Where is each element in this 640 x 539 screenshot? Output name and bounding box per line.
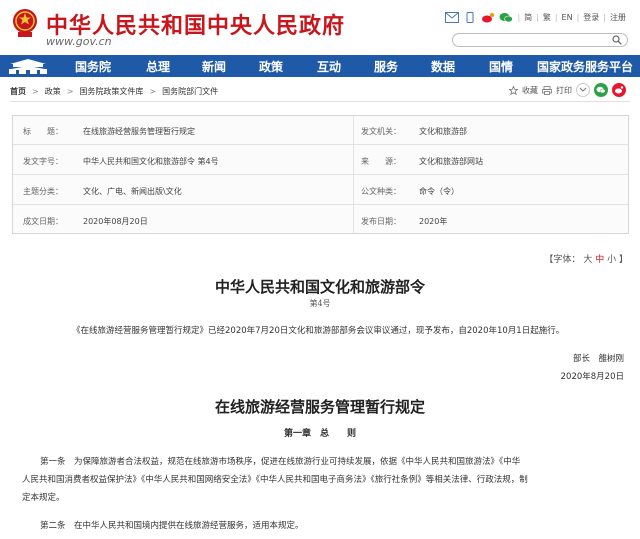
print-icon[interactable] [542, 85, 552, 95]
chapter-heading: 第一章 总 则 [283, 429, 356, 439]
article-1-line-1: 第一条 为保障旅游者合法权益，规范在线旅游市场秩序，促进在线旅游行业可持续发展，… [40, 457, 521, 467]
article-1-line-2: 人民共和国消费者权益保护法》《中华人民共和国网络安全法》《中华人民共和国电子商务… [22, 475, 528, 485]
font-size-medium[interactable]: 中 [595, 255, 604, 265]
breadcrumb-home[interactable]: 首页 [10, 86, 26, 97]
lang-simplified[interactable]: 简 [524, 12, 532, 23]
regulation-title: 在线旅游经营服务管理暂行规定 [214, 398, 425, 416]
article-1-line-3: 定本规定。 [22, 493, 65, 503]
nav-item-policy[interactable]: 政策 [242, 58, 300, 75]
tiananmen-icon [9, 59, 47, 74]
site-url: www.gov.cn [46, 35, 112, 48]
nav-item-premier[interactable]: 总理 [130, 58, 186, 75]
nav-item-interaction[interactable]: 互动 [300, 58, 358, 75]
nav-home-logo[interactable] [0, 55, 56, 77]
search-icon[interactable] [612, 35, 622, 45]
info-row-title: 标 题： 在线旅游经营服务管理暂行规定 发文机关： 文化和旅游部 [13, 116, 628, 145]
value-publish-date: 2020年 [419, 217, 448, 226]
label-written-date: 成文日期： [23, 217, 63, 226]
info-row-dates: 成文日期： 2020年08月20日 发布日期： 2020年 [13, 206, 628, 235]
wechat-icon[interactable] [499, 12, 514, 23]
top-links: | 简 | 繁 | EN | 登录 | 注册 [445, 12, 626, 23]
font-size-small[interactable]: 小 [607, 255, 616, 265]
page-tools: 收藏 打印 [509, 83, 626, 97]
main-nav: 国务院 总理 新闻 政策 互动 服务 数据 国情 国家政务服务平台 [0, 55, 640, 77]
wechat-share-icon[interactable] [594, 83, 608, 97]
value-doc-type: 命令（令） [419, 187, 459, 196]
label-source: 来 源： [361, 157, 401, 166]
value-issuer: 文化和旅游部 [419, 127, 467, 136]
info-row-category: 主题分类： 文化、广电、新闻出版\文化 公文种类： 命令（令） [13, 176, 628, 205]
decree-issuer: 中华人民共和国文化和旅游部令 [214, 278, 425, 296]
label-issuer: 发文机关： [361, 127, 401, 136]
nav-item-gov-service-platform[interactable]: 国家政务服务平台 [530, 58, 640, 75]
breadcrumb: 首页 > 政策 > 国务院政策文件库 > 国务院部门文件 [10, 86, 219, 97]
breadcrumb-department-docs[interactable]: 国务院部门文件 [162, 86, 218, 97]
star-icon[interactable] [509, 85, 518, 95]
value-category: 文化、广电、新闻出版\文化 [83, 187, 182, 196]
favorite-button[interactable]: 收藏 [522, 85, 538, 96]
font-size-large[interactable]: 大 [583, 255, 592, 265]
label-category: 主题分类： [23, 187, 63, 196]
label-title: 标 题： [23, 127, 63, 136]
preamble-text: 《在线旅游经营服务管理暂行规定》已经2020年7月20日文化和旅游部部务会议审议… [72, 326, 565, 336]
breadcrumb-policy-library[interactable]: 国务院政策文件库 [79, 86, 143, 97]
label-publish-date: 发布日期： [361, 217, 401, 226]
mail-icon[interactable] [445, 12, 460, 23]
breadcrumb-policy[interactable]: 政策 [45, 86, 61, 97]
weibo-icon[interactable] [481, 12, 495, 23]
lang-english[interactable]: EN [562, 13, 573, 22]
nav-item-services[interactable]: 服务 [358, 58, 414, 75]
search-input[interactable] [452, 33, 628, 47]
label-doc-number: 发文字号： [23, 157, 63, 166]
value-written-date: 2020年08月20日 [83, 217, 148, 226]
mobile-icon[interactable] [463, 12, 477, 23]
label-doc-type: 公文种类： [361, 187, 401, 196]
value-title: 在线旅游经营服务管理暂行规定 [83, 127, 195, 136]
login-link[interactable]: 登录 [583, 12, 599, 23]
value-doc-number: 中华人民共和国文化和旅游部令 第4号 [83, 157, 219, 166]
lang-traditional[interactable]: 繁 [543, 12, 551, 23]
national-emblem-icon[interactable] [12, 8, 38, 38]
article-2: 第二条 在中华人民共和国境内提供在线旅游经营服务，适用本规定。 [40, 521, 304, 531]
font-size-control: 【字体： 大 中 小 】 [544, 255, 628, 265]
nav-item-news[interactable]: 新闻 [186, 58, 242, 75]
nav-item-national-info[interactable]: 国情 [472, 58, 530, 75]
decree-number: 第4号 [309, 299, 331, 308]
value-source: 文化和旅游部网站 [419, 157, 483, 166]
nav-item-data[interactable]: 数据 [414, 58, 472, 75]
weibo-share-icon[interactable] [612, 83, 626, 97]
document-info-table: 标 题： 在线旅游经营服务管理暂行规定 发文机关： 文化和旅游部 发文字号： 中… [12, 115, 629, 234]
site-header: 中华人民共和国中央人民政府 www.gov.cn | 简 | 繁 | EN | … [0, 0, 640, 55]
divider [10, 101, 630, 102]
nav-item-state-council[interactable]: 国务院 [56, 58, 130, 75]
print-button[interactable]: 打印 [556, 85, 572, 96]
register-link[interactable]: 注册 [610, 12, 626, 23]
more-icon[interactable] [576, 83, 590, 97]
sign-date: 2020年8月20日 [560, 372, 624, 382]
info-row-number: 发文字号： 中华人民共和国文化和旅游部令 第4号 来 源： 文化和旅游部网站 [13, 146, 628, 175]
signer: 部长 雒树刚 [572, 354, 624, 364]
